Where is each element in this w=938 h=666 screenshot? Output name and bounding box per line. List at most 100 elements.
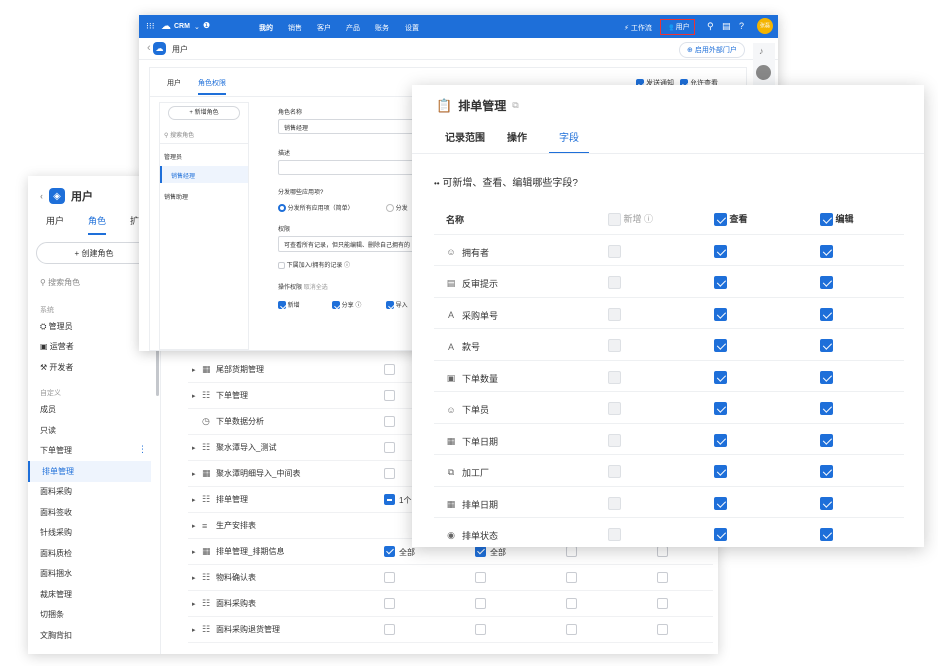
expand-arrow-icon[interactable]: ▸ bbox=[192, 392, 196, 400]
notes-icon[interactable]: ▤ bbox=[722, 21, 731, 32]
edit-checkbox[interactable] bbox=[820, 433, 833, 447]
nav-settings[interactable]: 设置 bbox=[405, 23, 419, 33]
permission-select[interactable]: 可查看所有记录，但只能编辑、删除自己拥有的 bbox=[278, 236, 418, 252]
edit-checkbox[interactable] bbox=[820, 370, 833, 384]
radio-checked-icon[interactable] bbox=[278, 204, 286, 213]
view-all-checkbox[interactable] bbox=[714, 213, 727, 227]
role-thread-purchase[interactable]: 针线采购 bbox=[40, 527, 72, 538]
view-checkbox[interactable] bbox=[714, 528, 727, 541]
row-checkbox[interactable] bbox=[475, 624, 486, 635]
role-operator[interactable]: ▣ 运营者 bbox=[40, 341, 74, 352]
nav-mine[interactable]: 我的 bbox=[259, 23, 273, 33]
radio-unchecked-icon[interactable] bbox=[386, 204, 394, 213]
role-admin[interactable]: 管理员 bbox=[164, 152, 182, 161]
new-role-button[interactable]: + 新增角色 bbox=[168, 106, 240, 120]
user-avatar-icon[interactable] bbox=[756, 65, 771, 80]
row-checkbox-checked[interactable] bbox=[384, 546, 395, 557]
tab-roles[interactable]: 角色 bbox=[88, 214, 107, 235]
row-checkbox[interactable] bbox=[384, 442, 395, 453]
subordinate-checkbox[interactable] bbox=[278, 261, 285, 269]
row-checkbox[interactable] bbox=[384, 364, 395, 375]
search-icon[interactable]: ⚲ bbox=[707, 21, 714, 32]
tab-extend[interactable]: 扩 bbox=[130, 214, 139, 235]
role-admin[interactable]: ⛭ 管理员 bbox=[40, 321, 73, 332]
back-chevron-icon[interactable]: ‹ bbox=[147, 42, 151, 54]
row-checkbox[interactable] bbox=[384, 624, 395, 635]
edit-checkbox[interactable] bbox=[820, 402, 833, 415]
row-checkbox-checked[interactable] bbox=[475, 546, 486, 557]
row-checkbox[interactable] bbox=[475, 572, 486, 583]
role-fabric-soak[interactable]: 面料捆水 bbox=[40, 568, 72, 579]
role-developer[interactable]: ⚒ 开发者 bbox=[40, 362, 73, 373]
brand-name[interactable]: CRM bbox=[174, 23, 190, 30]
add-all-checkbox[interactable] bbox=[608, 213, 621, 227]
more-icon[interactable]: ⋮ bbox=[138, 444, 147, 455]
nav-sales[interactable]: 销售 bbox=[288, 23, 302, 33]
role-schedule-mgmt[interactable]: 排单管理 bbox=[28, 461, 151, 482]
back-chevron-icon[interactable]: ‹ bbox=[40, 191, 43, 201]
tab-operations[interactable]: 操作 bbox=[507, 129, 527, 154]
row-checkbox[interactable] bbox=[566, 572, 577, 583]
role-cutting-bed[interactable]: 裁床管理 bbox=[40, 589, 72, 600]
create-role-button[interactable]: + 创建角色 bbox=[36, 242, 152, 264]
nav-accounts[interactable]: 账务 bbox=[375, 23, 389, 33]
expand-arrow-icon[interactable]: ▸ bbox=[192, 444, 196, 452]
role-search-input[interactable]: ⚲ 搜索角色 bbox=[40, 277, 80, 288]
edit-checkbox[interactable] bbox=[820, 496, 833, 510]
role-bra-clasp[interactable]: 文胸背扣 bbox=[40, 630, 72, 641]
expand-arrow-icon[interactable]: ▸ bbox=[192, 522, 196, 530]
table-row[interactable]: ▸ ☷ 面料采购退货管理 bbox=[188, 617, 713, 643]
view-checkbox[interactable] bbox=[714, 402, 727, 415]
op-add-option[interactable]: 新增 bbox=[278, 300, 300, 310]
help-icon[interactable]: ? bbox=[739, 21, 744, 31]
row-checkbox[interactable] bbox=[384, 468, 395, 479]
role-order-mgmt[interactable]: 下单管理 bbox=[40, 445, 72, 456]
row-checkbox[interactable] bbox=[384, 598, 395, 609]
tab-users[interactable]: 用户 bbox=[167, 78, 181, 88]
row-checkbox-partial[interactable] bbox=[384, 494, 395, 505]
role-name-input[interactable]: 销售经理 bbox=[278, 119, 418, 134]
view-checkbox[interactable] bbox=[714, 433, 727, 447]
open-external-icon[interactable]: ⧉ bbox=[512, 100, 518, 111]
role-sales-assistant[interactable]: 销售助理 bbox=[164, 192, 188, 201]
tab-fields[interactable]: 字段 bbox=[549, 129, 589, 154]
role-sales-manager[interactable]: 销售经理 bbox=[160, 166, 248, 183]
expand-arrow-icon[interactable]: ▸ bbox=[192, 496, 196, 504]
expand-arrow-icon[interactable]: ▸ bbox=[192, 470, 196, 478]
op-add-checkbox[interactable] bbox=[278, 301, 286, 310]
enable-portal-button[interactable]: ⊕ 启用外部门户 bbox=[679, 42, 745, 58]
expand-arrow-icon[interactable]: ▸ bbox=[192, 366, 196, 374]
role-cut-strip[interactable]: 切捆条 bbox=[40, 609, 64, 620]
edit-checkbox[interactable] bbox=[820, 465, 833, 478]
view-checkbox[interactable] bbox=[714, 307, 727, 321]
view-checkbox[interactable] bbox=[714, 244, 727, 258]
role-fabric-purchase[interactable]: 面料采购 bbox=[40, 486, 72, 497]
tab-users[interactable]: 用户 bbox=[46, 214, 64, 235]
role-member[interactable]: 成员 bbox=[40, 404, 56, 415]
distribute-all-radio[interactable]: 分发所有应用项（简单） bbox=[278, 203, 354, 213]
row-checkbox[interactable] bbox=[566, 624, 577, 635]
users-button[interactable]: 👥 用户 bbox=[660, 19, 695, 35]
row-checkbox[interactable] bbox=[657, 572, 668, 583]
view-checkbox[interactable] bbox=[714, 370, 727, 384]
sidebar-scrollbar[interactable] bbox=[156, 344, 159, 396]
view-checkbox[interactable] bbox=[714, 339, 727, 352]
table-row[interactable]: ▸ ☷ 物料确认表 bbox=[188, 565, 713, 591]
edit-checkbox[interactable] bbox=[820, 339, 833, 352]
tab-role-permission[interactable]: 角色权限 bbox=[198, 78, 226, 95]
clear-all-link[interactable]: 取消全选 bbox=[304, 285, 328, 291]
role-fabric-qc[interactable]: 面料质检 bbox=[40, 548, 72, 559]
edit-checkbox[interactable] bbox=[820, 307, 833, 321]
row-checkbox[interactable] bbox=[384, 390, 395, 401]
role-readonly[interactable]: 只读 bbox=[40, 425, 56, 436]
edit-all-checkbox[interactable] bbox=[820, 213, 833, 227]
row-checkbox[interactable] bbox=[475, 598, 486, 609]
role-fabric-receive[interactable]: 面料签收 bbox=[40, 507, 72, 518]
row-checkbox[interactable] bbox=[657, 598, 668, 609]
description-input[interactable] bbox=[278, 160, 418, 175]
row-checkbox[interactable] bbox=[657, 624, 668, 635]
expand-arrow-icon[interactable]: ▸ bbox=[192, 600, 196, 608]
row-checkbox[interactable] bbox=[566, 598, 577, 609]
search-role-input[interactable]: ⚲ 搜索角色 bbox=[164, 130, 194, 139]
expand-arrow-icon[interactable]: ▸ bbox=[192, 626, 196, 634]
